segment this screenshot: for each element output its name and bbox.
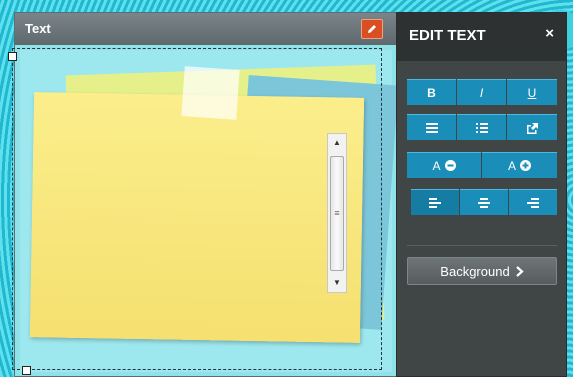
close-icon[interactable]: × — [545, 25, 554, 42]
decrease-icon — [444, 160, 456, 171]
selection-border — [12, 48, 382, 370]
bullet-list-icon — [425, 122, 438, 133]
format-button-row: B I U — [407, 79, 557, 105]
resize-handle-top-left[interactable] — [8, 52, 17, 61]
bold-button[interactable]: B — [407, 79, 456, 105]
decrease-size-button[interactable]: A — [407, 152, 481, 178]
increase-label: A — [507, 158, 516, 173]
background-label: Background — [440, 263, 510, 279]
numbered-list-button[interactable] — [457, 114, 506, 140]
panel-divider — [407, 245, 557, 246]
pencil-icon — [368, 25, 376, 33]
link-icon — [526, 122, 538, 134]
increase-size-button[interactable]: A — [482, 152, 557, 178]
align-right-button[interactable] — [509, 189, 557, 215]
numbered-list-icon — [475, 122, 488, 133]
chevron-right-icon — [515, 265, 524, 277]
decrease-label: A — [432, 158, 441, 173]
align-right-icon — [527, 197, 539, 208]
increase-icon — [520, 160, 531, 171]
align-left-button[interactable] — [411, 189, 459, 215]
widget-titlebar: Text — [15, 13, 399, 45]
align-center-button[interactable] — [460, 189, 508, 215]
align-left-icon — [429, 197, 441, 208]
size-button-row: A A — [407, 152, 557, 178]
edit-text-panel: EDIT TEXT × B I U A A Background — [396, 12, 567, 377]
align-center-icon — [478, 197, 490, 208]
background-button[interactable]: Background — [407, 257, 557, 285]
underline-button[interactable]: U — [507, 79, 557, 105]
link-button[interactable] — [507, 114, 557, 140]
bullet-list-button[interactable] — [407, 114, 456, 140]
panel-title: EDIT TEXT — [409, 27, 486, 44]
widget-title: Text — [25, 21, 51, 36]
panel-header: EDIT TEXT — [397, 13, 566, 61]
italic-button[interactable]: I — [457, 79, 506, 105]
resize-handle-bottom-left[interactable] — [22, 366, 31, 375]
edit-button[interactable] — [361, 19, 383, 39]
align-button-row — [411, 189, 557, 215]
list-button-row — [407, 114, 557, 140]
